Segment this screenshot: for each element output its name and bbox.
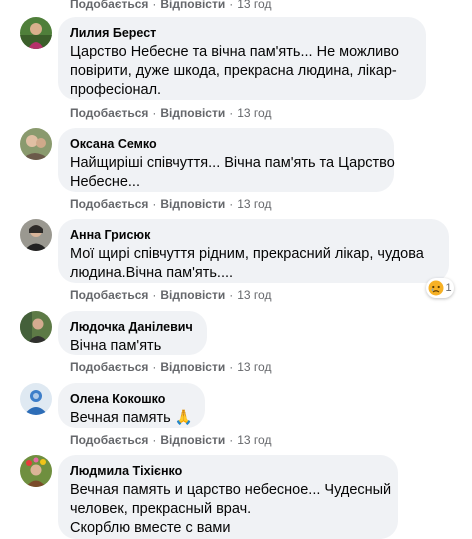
reaction-badge[interactable]: 1 <box>426 278 454 298</box>
reply-link[interactable]: Відповісти <box>160 433 225 447</box>
comment-text: Вічна пам'ять <box>70 338 162 354</box>
comment-time[interactable]: 13 год <box>237 0 271 11</box>
comment-bubble: Лилия Берест Царство Небесне та вічна па… <box>58 17 426 100</box>
pray-emoji: 🙏 <box>174 410 193 426</box>
comment-meta: Подобається · Відповісти · 13 год <box>70 288 272 302</box>
reaction-count: 1 <box>445 282 452 294</box>
comment-bubble: Оксана Семко Найщиріші співчуття... Вічн… <box>58 128 395 192</box>
comment-author[interactable]: Людмила Тіхієнко <box>70 463 386 479</box>
comment-time[interactable]: 13 год <box>237 197 271 211</box>
comment-text: Царство Небесне та вічна пам'ять... Не м… <box>70 44 399 98</box>
comment-meta: Подобається · Відповісти · 13 год <box>70 106 272 120</box>
comment-time[interactable]: 13 год <box>237 288 271 302</box>
avatar[interactable] <box>20 128 52 160</box>
avatar[interactable] <box>20 383 52 415</box>
comment-meta: Подобається · Відповісти · 13 год <box>70 197 272 211</box>
comment-bubble: Анна Грисюк Мої щирі співчуття рідним, п… <box>58 219 449 283</box>
avatar[interactable] <box>20 455 52 487</box>
like-link[interactable]: Подобається <box>70 106 148 120</box>
comment-text: Вечная память и царство небесное... Чуде… <box>70 482 392 536</box>
avatar[interactable] <box>20 17 52 49</box>
comment-meta-top: Подобається · Відповісти · 13 год <box>70 0 271 11</box>
reply-link[interactable]: Відповісти <box>160 360 225 374</box>
like-link[interactable]: Подобається <box>70 360 148 374</box>
comment-time[interactable]: 13 год <box>237 433 271 447</box>
like-link[interactable]: Подобається <box>70 433 148 447</box>
like-link[interactable]: Подобається <box>70 288 148 302</box>
comment-author[interactable]: Людочка Данілевич <box>70 319 195 335</box>
comment-author[interactable]: Анна Грисюк <box>70 227 437 243</box>
like-link[interactable]: Подобається <box>70 197 148 211</box>
comment-text: Вечная память 🙏 <box>70 410 193 426</box>
comment-bubble: Людочка Данілевич Вічна пам'ять <box>58 311 207 355</box>
avatar[interactable] <box>20 219 52 251</box>
reply-link[interactable]: Відповісти <box>160 0 225 11</box>
comment-meta: Подобається · Відповісти · 13 год <box>70 433 272 447</box>
avatar[interactable] <box>20 311 52 343</box>
comment-bubble: Людмила Тіхієнко Вечная память и царство… <box>58 455 398 539</box>
reply-link[interactable]: Відповісти <box>160 288 225 302</box>
comment-author[interactable]: Олена Кокошко <box>70 391 193 407</box>
reply-link[interactable]: Відповісти <box>160 106 225 120</box>
comment-author[interactable]: Лилия Берест <box>70 25 414 41</box>
comment-bubble: Олена Кокошко Вечная память 🙏 <box>58 383 205 428</box>
comments-thread: Подобається · Відповісти · 13 год Лилия Бере… <box>0 0 472 539</box>
comment-time[interactable]: 13 год <box>237 360 271 374</box>
comment-text: Мої щирі співчуття рідним, прекрасний лі… <box>70 246 424 281</box>
sad-reaction-icon <box>428 280 444 296</box>
comment-text: Найщиріші співчуття... Вічна пам'ять та … <box>70 155 395 190</box>
comment-author[interactable]: Оксана Семко <box>70 136 382 152</box>
like-link[interactable]: Подобається <box>70 0 148 11</box>
comment-time[interactable]: 13 год <box>237 106 271 120</box>
reply-link[interactable]: Відповісти <box>160 197 225 211</box>
comment-meta: Подобається · Відповісти · 13 год <box>70 360 272 374</box>
